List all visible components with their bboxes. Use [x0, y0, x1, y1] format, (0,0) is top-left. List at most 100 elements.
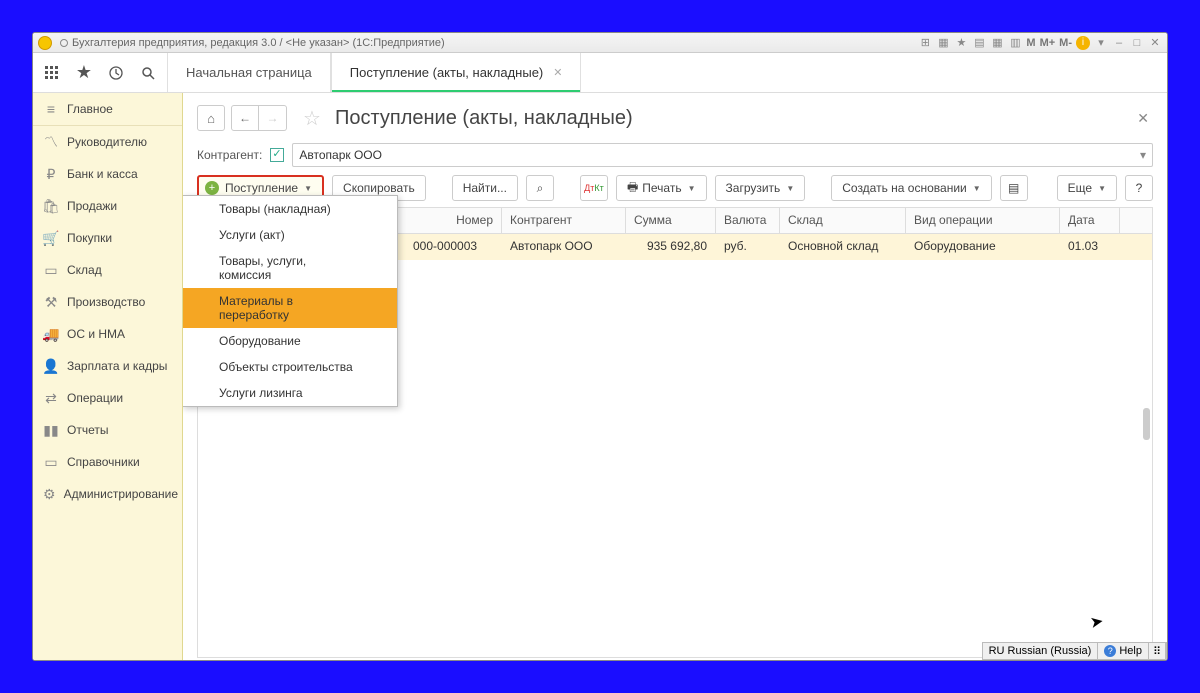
page-close-icon[interactable]: ✕: [1133, 106, 1153, 131]
sidebar-label: ОС и НМА: [67, 327, 125, 341]
status-menu[interactable]: ⠿: [1149, 643, 1166, 659]
print-button[interactable]: 🖶Печать▼: [616, 175, 707, 201]
dropdown-item[interactable]: Товары (накладная): [183, 196, 397, 222]
sidebar-item-admin[interactable]: ⚙Администрирование: [33, 478, 182, 510]
bag-icon: 🛍: [43, 198, 59, 214]
sidebar-label: Склад: [67, 263, 102, 277]
clear-find-button[interactable]: ⌕: [526, 175, 554, 201]
toolbar-icon[interactable]: ⊞: [918, 36, 932, 50]
app-logo-icon: [38, 36, 52, 50]
favorite-icon[interactable]: ★: [73, 62, 95, 84]
th-optype[interactable]: Вид операции: [906, 208, 1060, 233]
dropdown-indicator-icon[interactable]: [60, 39, 68, 47]
th-counterparty[interactable]: Контрагент: [502, 208, 626, 233]
cell-number: 000-000003: [405, 234, 502, 260]
status-help[interactable]: ?Help: [1098, 643, 1149, 659]
more-button[interactable]: Еще ▼: [1057, 175, 1117, 201]
chevron-down-icon: ▼: [304, 184, 312, 193]
filter-input[interactable]: Автопарк ООО ▾: [292, 143, 1153, 167]
sidebar-label: Покупки: [67, 231, 112, 245]
toolbar-icon[interactable]: ▦: [936, 36, 950, 50]
nav-home-button[interactable]: ⌂: [197, 105, 225, 131]
help-icon: ?: [1104, 645, 1116, 657]
dropdown-item[interactable]: Товары, услуги, комиссия: [183, 248, 397, 288]
chart-icon: 〽: [43, 134, 59, 150]
dropdown-item[interactable]: Объекты строительства: [183, 354, 397, 380]
close-icon[interactable]: ✕: [1148, 36, 1162, 50]
sidebar-item-purchases[interactable]: 🛒 Покупки: [33, 222, 182, 254]
status-language[interactable]: RU Russian (Russia): [983, 643, 1099, 659]
topbar-icons: ★: [33, 53, 167, 92]
dropdown-item[interactable]: Услуги (акт): [183, 222, 397, 248]
sidebar-item-warehouse[interactable]: ▭Склад: [33, 254, 182, 286]
chevron-down-icon: ▼: [1098, 184, 1106, 193]
factory-icon: ⚒: [43, 294, 59, 310]
titlebar-actions: ⊞ ▦ ★ ▤ ▦ ▥ M M+ M- i ▾ – □ ✕: [918, 36, 1162, 50]
memory-mplus[interactable]: M+: [1040, 37, 1056, 49]
memory-mminus[interactable]: M-: [1059, 37, 1072, 49]
favorite-star-icon[interactable]: ☆: [299, 105, 325, 131]
minimize-icon[interactable]: –: [1112, 36, 1126, 50]
sidebar-item-bank[interactable]: ₽Банк и касса: [33, 158, 182, 190]
dropdown-icon[interactable]: ▾: [1094, 36, 1108, 50]
ruble-icon: ₽: [43, 166, 59, 182]
dropdown-icon[interactable]: ▾: [1140, 148, 1146, 162]
sidebar-item-production[interactable]: ⚒Производство: [33, 286, 182, 318]
button-label: Скопировать: [343, 181, 415, 195]
plus-icon: +: [205, 181, 219, 195]
calc-icon[interactable]: ▦: [990, 36, 1004, 50]
th-date[interactable]: Дата: [1060, 208, 1120, 233]
info-icon[interactable]: i: [1076, 36, 1090, 50]
dropdown-item[interactable]: Услуги лизинга: [183, 380, 397, 406]
filter-label: Контрагент:: [197, 148, 262, 162]
tab-postuplenie[interactable]: Поступление (акты, накладные) ✕: [331, 53, 582, 92]
dt-kt-button[interactable]: ДтКт: [580, 175, 608, 201]
calendar-icon[interactable]: ▥: [1008, 36, 1022, 50]
tab-close-icon[interactable]: ✕: [553, 66, 562, 79]
clipboard-icon[interactable]: ▤: [972, 36, 986, 50]
nav-back-button[interactable]: ←: [231, 105, 259, 131]
apps-icon[interactable]: [41, 62, 63, 84]
search-icon[interactable]: [137, 62, 159, 84]
sidebar-item-manager[interactable]: 〽Руководителю: [33, 126, 182, 158]
button-label: Создать на основании: [842, 181, 967, 195]
window-title: Бухгалтерия предприятия, редакция 3.0 / …: [72, 37, 918, 49]
cart-icon: 🛒: [43, 230, 59, 246]
sidebar-item-sales[interactable]: 🛍 Продажи: [33, 190, 182, 222]
sidebar: ≡Главное 〽Руководителю ₽Банк и касса 🛍 Пр…: [33, 93, 183, 660]
filter-checkbox[interactable]: [270, 148, 284, 162]
help-button[interactable]: ?: [1125, 175, 1153, 201]
truck-icon: 🚚: [43, 326, 59, 342]
sidebar-item-payroll[interactable]: 👤Зарплата и кадры: [33, 350, 182, 382]
gear-icon: ⚙: [43, 486, 56, 502]
sidebar-item-reports[interactable]: ▮▮Отчеты: [33, 414, 182, 446]
dropdown-item[interactable]: Оборудование: [183, 328, 397, 354]
find-button[interactable]: Найти...: [452, 175, 518, 201]
star-icon[interactable]: ★: [954, 36, 968, 50]
sidebar-item-catalogs[interactable]: ▭Справочники: [33, 446, 182, 478]
history-icon[interactable]: [105, 62, 127, 84]
button-label: Еще: [1068, 181, 1092, 195]
create-based-on-button[interactable]: Создать на основании▼: [831, 175, 991, 201]
scrollbar-thumb[interactable]: [1143, 408, 1150, 440]
sidebar-item-operations[interactable]: ⇄Операции: [33, 382, 182, 414]
load-button[interactable]: Загрузить▼: [715, 175, 806, 201]
th-warehouse[interactable]: Склад: [780, 208, 906, 233]
nav-forward-button[interactable]: →: [259, 105, 287, 131]
filter-value: Автопарк ООО: [299, 148, 382, 162]
th-currency[interactable]: Валюта: [716, 208, 780, 233]
person-icon: 👤: [43, 358, 59, 374]
sidebar-item-main[interactable]: ≡Главное: [33, 93, 182, 126]
button-label: Печать: [642, 181, 681, 195]
tab-home[interactable]: Начальная страница: [167, 53, 331, 92]
sidebar-label: Продажи: [67, 199, 117, 213]
attachment-button[interactable]: ▤: [1000, 175, 1028, 201]
sidebar-item-assets[interactable]: 🚚 ОС и НМА: [33, 318, 182, 350]
maximize-icon[interactable]: □: [1130, 36, 1144, 50]
memory-m[interactable]: M: [1026, 37, 1035, 49]
cell-sum: 935 692,80: [626, 234, 716, 260]
button-label: Загрузить: [726, 181, 781, 195]
th-sum[interactable]: Сумма: [626, 208, 716, 233]
ops-icon: ⇄: [43, 390, 59, 406]
dropdown-item-highlighted[interactable]: Материалы в переработку: [183, 288, 397, 328]
